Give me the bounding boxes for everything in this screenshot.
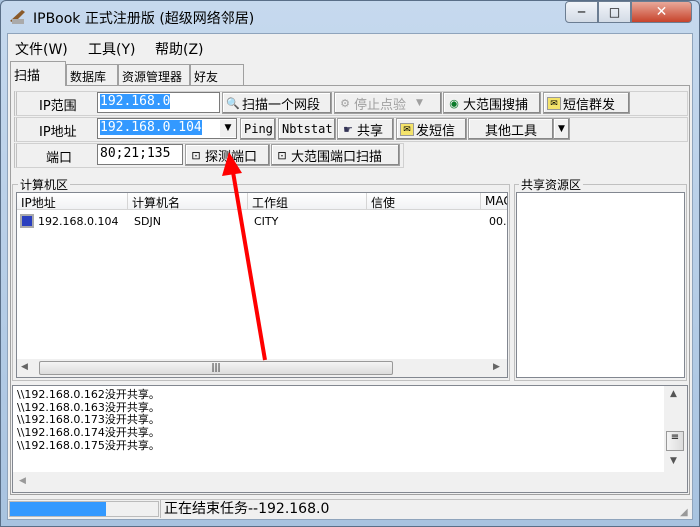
- annotation-arrow: [222, 152, 267, 361]
- tab-scan[interactable]: 扫描: [10, 61, 66, 86]
